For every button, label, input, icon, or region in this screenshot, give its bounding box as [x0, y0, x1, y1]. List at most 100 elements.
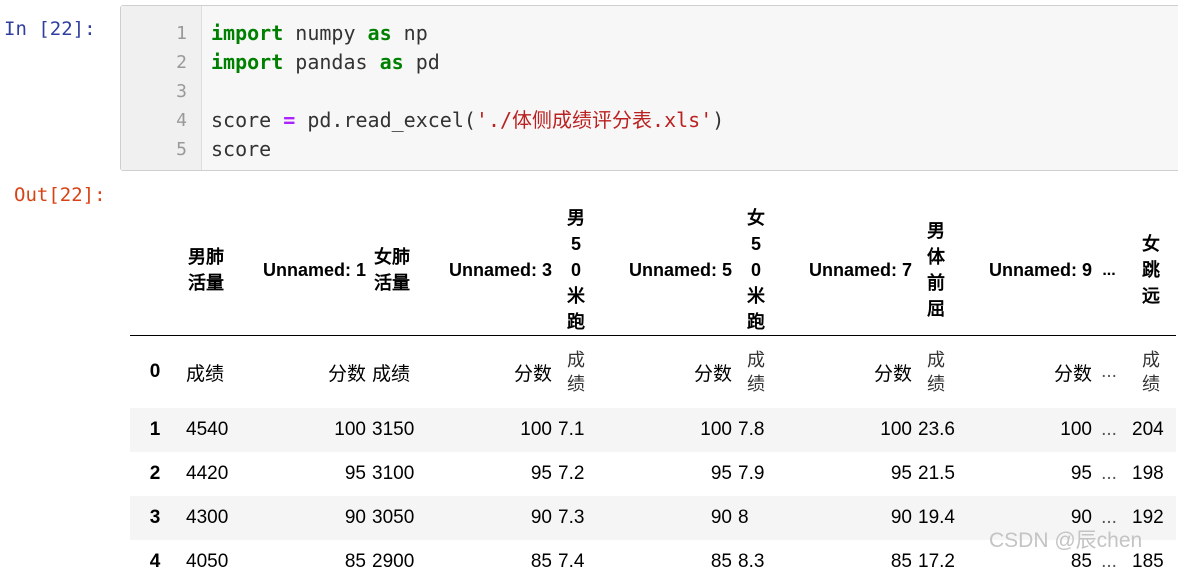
- code-token: np: [392, 21, 428, 45]
- cell-value: 3100: [372, 463, 414, 484]
- column-header-label: Unnamed: 1: [256, 257, 366, 283]
- cell-value: 7.2: [558, 463, 584, 484]
- column-header: Unnamed: 9: [960, 205, 1092, 336]
- cell-value: ...: [1101, 551, 1117, 572]
- table-cell: 95: [428, 452, 552, 496]
- cell-value: ...: [1101, 361, 1117, 382]
- code-text: import pandas as pd: [211, 48, 440, 77]
- line-number: 2: [121, 48, 187, 77]
- cell-value: 4300: [186, 507, 228, 528]
- cell-value: 90: [531, 507, 552, 528]
- row-index: 0: [130, 336, 180, 409]
- cell-value: 100: [880, 419, 912, 440]
- cell-value: 4050: [186, 551, 228, 572]
- table-cell: 8.3: [732, 540, 780, 584]
- column-header-label: 女肺活量: [366, 244, 418, 296]
- column-header: 女肺活量: [366, 205, 428, 336]
- table-cell: 分数: [960, 336, 1092, 409]
- table-cell: 85: [600, 540, 732, 584]
- table-cell: 7.3: [552, 496, 600, 540]
- cell-value: 90: [345, 507, 366, 528]
- table-cell: 成绩: [552, 336, 600, 409]
- cell-value: 3050: [372, 507, 414, 528]
- cell-value: 95: [891, 463, 912, 484]
- output-prompt: Out[22]:: [14, 184, 106, 206]
- line-number: 4: [121, 106, 187, 135]
- cell-value: 成绩: [1141, 348, 1161, 396]
- code-line: 3: [121, 77, 1178, 106]
- cell-value: 成绩: [186, 364, 224, 385]
- code-text: score: [211, 135, 271, 164]
- cell-value: 成绩: [926, 348, 946, 396]
- table-cell: 198: [1126, 452, 1176, 496]
- table-cell: 7.2: [552, 452, 600, 496]
- table-cell: 7.8: [732, 408, 780, 452]
- table-cell: 3100: [366, 452, 428, 496]
- table-row: 1454010031501007.11007.810023.6100...204: [130, 408, 1176, 452]
- column-header: 男50米跑: [552, 205, 600, 336]
- cell-value: 85: [345, 551, 366, 572]
- cell-value: 100: [1060, 419, 1092, 440]
- table-cell: 90: [242, 496, 366, 540]
- table-cell: 21.5: [912, 452, 960, 496]
- table-cell: 23.6: [912, 408, 960, 452]
- cell-value: 95: [711, 463, 732, 484]
- column-header-label: 女跳远: [1141, 231, 1161, 309]
- cell-value: ...: [1101, 419, 1117, 440]
- cell-value: 90: [891, 507, 912, 528]
- column-header-label: Unnamed: 5: [622, 257, 732, 283]
- table-cell: 分数: [780, 336, 912, 409]
- line-number: 5: [121, 135, 187, 164]
- code-line: 1import numpy as np: [121, 19, 1178, 48]
- table-cell: 90: [780, 496, 912, 540]
- column-header: Unnamed: 5: [600, 205, 732, 336]
- table-cell: 85: [242, 540, 366, 584]
- cell-value: 分数: [514, 364, 552, 385]
- cell-value: 85: [531, 551, 552, 572]
- table-cell: ...: [1092, 336, 1126, 409]
- cell-value: 100: [520, 419, 552, 440]
- row-index: 3: [130, 496, 180, 540]
- code-line: 2 import pandas as pd: [121, 48, 1178, 77]
- cell-value: 8.3: [738, 551, 764, 572]
- column-header: 女50米跑: [732, 205, 780, 336]
- cell-value: 4420: [186, 463, 228, 484]
- cell-value: 7.1: [558, 419, 584, 440]
- table-cell: 分数: [242, 336, 366, 409]
- column-header-label: Unnamed: 3: [442, 257, 552, 283]
- column-header: 男肺活量: [180, 205, 242, 336]
- code-token: score: [211, 108, 283, 132]
- column-header: Unnamed: 1: [242, 205, 366, 336]
- code-cell-editor[interactable]: 1import numpy as np2 import pandas as pd 3…: [120, 5, 1178, 171]
- table-cell: 95: [242, 452, 366, 496]
- cell-value: 23.6: [918, 419, 955, 440]
- cell-value: 成绩: [372, 364, 410, 385]
- cell-value: 3150: [372, 419, 414, 440]
- table-cell: 成绩: [732, 336, 780, 409]
- cell-value: 85: [891, 551, 912, 572]
- cell-value: ...: [1101, 463, 1117, 484]
- cell-value: 7.4: [558, 551, 584, 572]
- line-number: 1: [121, 19, 187, 48]
- table-cell: 7.4: [552, 540, 600, 584]
- table-cell: 7.1: [552, 408, 600, 452]
- cell-value: 95: [1071, 463, 1092, 484]
- table-cell: 100: [960, 408, 1092, 452]
- row-index: 4: [130, 540, 180, 584]
- cell-value: 204: [1132, 419, 1164, 440]
- code-token: score: [211, 137, 271, 161]
- line-number: 3: [121, 77, 187, 106]
- cell-value: 19.4: [918, 507, 955, 528]
- column-header: Unnamed: 3: [428, 205, 552, 336]
- table-cell: 3150: [366, 408, 428, 452]
- cell-value: 分数: [694, 364, 732, 385]
- cell-value: 成绩: [566, 348, 586, 396]
- table-row: 0成绩分数成绩分数成绩分数成绩分数成绩分数...成绩: [130, 336, 1176, 409]
- column-header: Unnamed: 7: [780, 205, 912, 336]
- code-token: pd: [404, 50, 440, 74]
- column-header: ...: [1092, 205, 1126, 336]
- cell-value: 90: [711, 507, 732, 528]
- header-row: 男肺活量 Unnamed: 1女肺活量 Unnamed: 3男50米跑 Unnamed…: [130, 205, 1176, 336]
- cell-value: 95: [531, 463, 552, 484]
- cell-value: 7.9: [738, 463, 764, 484]
